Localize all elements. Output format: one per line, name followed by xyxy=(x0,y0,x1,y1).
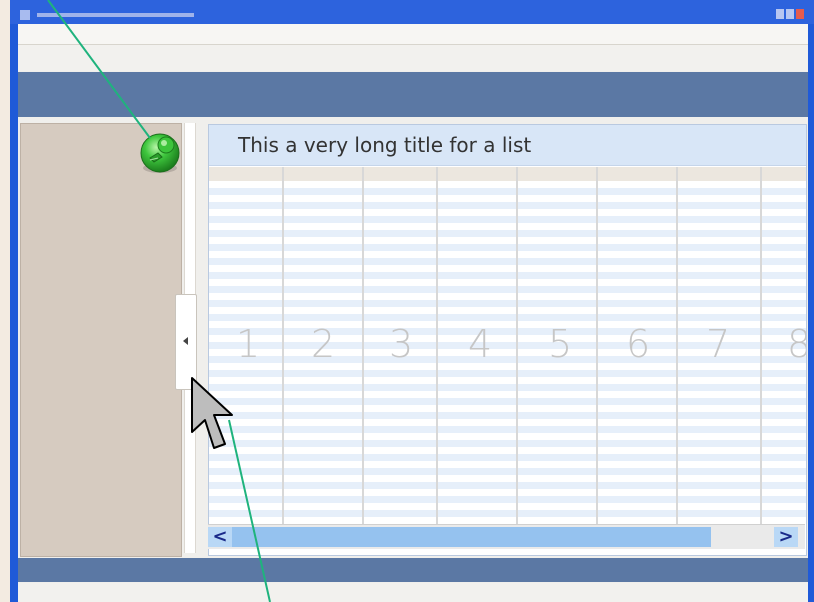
minimize-button[interactable] xyxy=(776,9,784,19)
menu-bar xyxy=(18,24,808,45)
collapse-panel-button[interactable] xyxy=(175,294,197,390)
scroll-left-button[interactable]: < xyxy=(208,527,232,547)
side-panel xyxy=(20,123,182,557)
maximize-button[interactable] xyxy=(786,9,794,19)
column-number: 3 xyxy=(389,322,414,366)
status-bar xyxy=(18,583,808,602)
column-header-row xyxy=(209,167,806,181)
header-band xyxy=(18,72,808,117)
pushpin-icon[interactable] xyxy=(136,128,184,176)
column-divider[interactable] xyxy=(760,167,762,524)
chevron-left-icon xyxy=(183,337,188,345)
column-divider[interactable] xyxy=(596,167,598,524)
column-divider[interactable] xyxy=(282,167,284,524)
title-bar[interactable] xyxy=(10,0,814,24)
horizontal-scrollbar[interactable]: < > xyxy=(208,524,805,549)
column-number: 7 xyxy=(706,322,731,366)
list-panel: This a very long title for a list 1 2 3 … xyxy=(208,124,807,556)
toolbar xyxy=(18,45,808,71)
close-button[interactable] xyxy=(796,9,804,19)
column-divider[interactable] xyxy=(362,167,364,524)
column-number: 6 xyxy=(626,322,651,366)
footer-band xyxy=(18,558,808,582)
column-number: 8 xyxy=(787,325,806,363)
window-client-area: This a very long title for a list 1 2 3 … xyxy=(18,24,808,602)
window-icon xyxy=(20,10,30,20)
column-divider[interactable] xyxy=(436,167,438,524)
column-number: 1 xyxy=(236,322,261,366)
column-number: 5 xyxy=(548,322,573,366)
app-window: This a very long title for a list 1 2 3 … xyxy=(10,0,814,602)
column-divider[interactable] xyxy=(676,167,678,524)
column-number: 2 xyxy=(311,322,336,366)
scrollbar-thumb[interactable] xyxy=(232,527,711,547)
list-title: This a very long title for a list xyxy=(209,125,806,166)
scroll-right-button[interactable]: > xyxy=(774,527,798,547)
column-divider[interactable] xyxy=(516,167,518,524)
window-title-placeholder xyxy=(37,13,194,17)
column-number: 4 xyxy=(468,322,493,366)
